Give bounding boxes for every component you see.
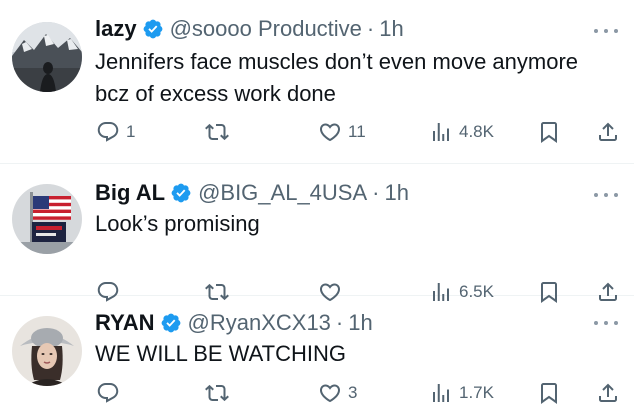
share-button[interactable] xyxy=(596,117,620,147)
timestamp[interactable]: 1h xyxy=(348,310,372,336)
more-icon[interactable] xyxy=(594,190,618,200)
like-icon xyxy=(319,384,341,403)
more-icon[interactable] xyxy=(594,26,618,36)
handle[interactable]: @soooo Productive xyxy=(170,16,362,42)
tweet-header: RYAN @RyanXCX13 · 1h xyxy=(95,310,584,336)
share-button[interactable] xyxy=(596,378,620,408)
avatar[interactable] xyxy=(12,316,82,386)
like-button[interactable]: 3 xyxy=(318,378,357,408)
like-count: 3 xyxy=(348,383,358,402)
like-button[interactable]: 11 xyxy=(318,117,366,147)
tweet[interactable]: Big AL @BIG_AL_4USA · 1h Look’s promisin… xyxy=(0,164,634,303)
repost-icon xyxy=(205,123,229,141)
handle[interactable]: @RyanXCX13 xyxy=(188,310,331,336)
tweet-text: Look’s promising xyxy=(95,211,260,236)
tweet[interactable]: lazy @soooo Productive · 1h Jennifers fa… xyxy=(0,0,634,164)
reply-button[interactable]: 1 xyxy=(96,117,135,147)
avatar[interactable] xyxy=(12,184,82,254)
verified-badge-icon xyxy=(170,182,192,204)
display-name[interactable]: Big AL xyxy=(95,180,165,206)
display-name[interactable]: lazy xyxy=(95,16,137,42)
tweet-header: Big AL @BIG_AL_4USA · 1h xyxy=(95,180,584,206)
view-count: 1.7K xyxy=(459,383,494,402)
view-count: 4.8K xyxy=(459,122,494,141)
more-icon[interactable] xyxy=(594,318,618,328)
separator: · xyxy=(366,16,375,41)
timestamp[interactable]: 1h xyxy=(384,180,408,206)
like-count: 11 xyxy=(348,122,366,141)
avatar[interactable] xyxy=(12,22,82,92)
tweet-text: Jennifers face muscles don’t even move a… xyxy=(95,49,579,106)
views-button[interactable]: 1.7K xyxy=(429,378,494,408)
tweet-header: lazy @soooo Productive · 1h xyxy=(95,16,584,42)
verified-badge-icon xyxy=(160,312,182,334)
bookmark-button[interactable] xyxy=(537,117,561,147)
handle[interactable]: @BIG_AL_4USA xyxy=(198,180,367,206)
repost-icon xyxy=(205,384,229,402)
repost-button[interactable] xyxy=(205,117,235,147)
repost-button[interactable] xyxy=(205,378,235,408)
separator: · xyxy=(372,180,380,205)
reply-count: 1 xyxy=(126,122,136,141)
verified-badge-icon xyxy=(142,18,164,40)
reply-icon xyxy=(97,383,119,403)
action-bar: 1 11 4.8K xyxy=(0,117,634,147)
tweet-text: WE WILL BE WATCHING xyxy=(95,341,346,366)
views-icon xyxy=(433,123,449,141)
views-button[interactable]: 4.8K xyxy=(429,117,494,147)
bookmark-icon xyxy=(541,383,557,404)
bookmark-button[interactable] xyxy=(537,378,561,408)
reply-icon xyxy=(97,122,119,142)
display-name[interactable]: RYAN xyxy=(95,310,155,336)
timestamp[interactable]: 1h xyxy=(379,16,403,42)
tweet[interactable]: RYAN @RyanXCX13 · 1h WE WILL BE WATCHING… xyxy=(0,296,634,416)
reply-button[interactable] xyxy=(96,378,126,408)
action-bar: 3 1.7K xyxy=(0,378,634,408)
bookmark-icon xyxy=(541,122,557,143)
share-icon xyxy=(599,383,617,402)
separator: · xyxy=(335,310,344,335)
views-icon xyxy=(433,384,449,402)
like-icon xyxy=(319,123,341,142)
share-icon xyxy=(599,122,617,141)
